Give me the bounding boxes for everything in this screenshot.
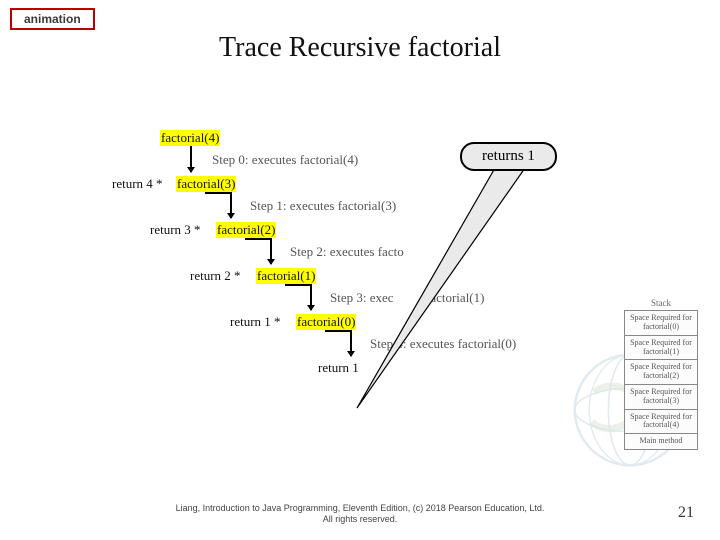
return-4: return 4 * <box>112 176 163 192</box>
callout-pointer <box>350 160 550 420</box>
stack-cell: Space Required for factorial(1) <box>624 336 698 361</box>
call-stack: Stack Space Required for factorial(0) Sp… <box>624 298 698 450</box>
stack-cell: Space Required for factorial(3) <box>624 385 698 410</box>
arrow-down-1 <box>230 192 232 218</box>
stack-cell: Main method <box>624 434 698 450</box>
arrow-down-3 <box>310 284 312 310</box>
call-factorial-0: factorial(0) <box>296 314 356 330</box>
callout-bubble: returns 1 <box>460 142 557 171</box>
page-number: 21 <box>678 504 694 522</box>
footer-citation: Liang, Introduction to Java Programming,… <box>0 503 720 526</box>
page-title: Trace Recursive factorial <box>0 32 720 64</box>
step-0-label: Step 0: executes factorial(4) <box>212 152 358 168</box>
stack-cell: Space Required for factorial(4) <box>624 410 698 435</box>
stack-label: Stack <box>624 298 698 308</box>
stack-cell: Space Required for factorial(0) <box>624 310 698 336</box>
hbar-3 <box>285 284 310 286</box>
call-factorial-3: factorial(3) <box>176 176 236 192</box>
call-factorial-1: factorial(1) <box>256 268 316 284</box>
return-1: return 1 * <box>230 314 281 330</box>
stack-cell: Space Required for factorial(2) <box>624 360 698 385</box>
footer-line-1: Liang, Introduction to Java Programming,… <box>176 503 545 513</box>
arrow-down-0 <box>190 146 192 172</box>
hbar-1 <box>205 192 230 194</box>
arrow-down-2 <box>270 238 272 264</box>
call-factorial-4: factorial(4) <box>160 130 220 146</box>
call-factorial-2: factorial(2) <box>216 222 276 238</box>
return-3: return 3 * <box>150 222 201 238</box>
footer-line-2: All rights reserved. <box>323 514 398 524</box>
hbar-4 <box>325 330 350 332</box>
return-2: return 2 * <box>190 268 241 284</box>
animation-badge: animation <box>10 8 95 30</box>
hbar-2 <box>245 238 270 240</box>
